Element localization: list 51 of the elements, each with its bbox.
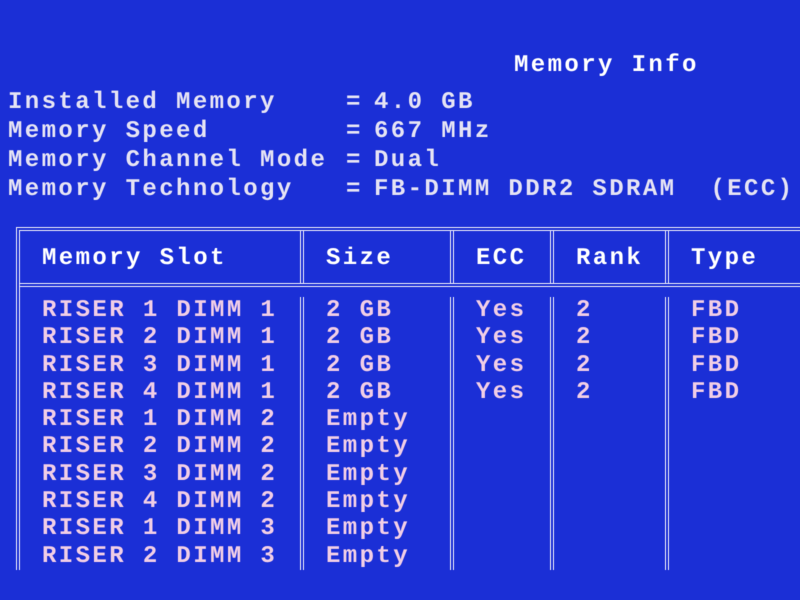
column-header: Memory Slot (42, 245, 227, 272)
equals-sign: = (346, 176, 363, 203)
table-cell: Empty (326, 488, 410, 516)
column-header: ECC (476, 245, 526, 272)
equals-sign: = (346, 89, 363, 116)
table-cell: RISER 2 DIMM 1 (42, 324, 278, 352)
table-cell: FBD (691, 297, 742, 324)
info-label: Memory Speed (8, 118, 210, 145)
table-cell: 2 GB (326, 378, 394, 406)
column-header: Size (326, 245, 394, 272)
table-cell: Empty (326, 433, 410, 460)
table-cell: RISER 4 DIMM 1 (42, 378, 278, 406)
table-cell: Yes (476, 324, 526, 352)
table-cell: RISER 3 DIMM 1 (42, 352, 278, 379)
table-cell: RISER 1 DIMM 1 (42, 297, 278, 324)
table-cell: Empty (326, 406, 410, 434)
info-note: (ECC) (710, 175, 794, 204)
table-cell: FBD (691, 352, 742, 379)
info-label: Installed Memory (8, 89, 277, 116)
table-cell: RISER 2 DIMM 2 (42, 433, 278, 460)
table-cell: Empty (326, 515, 410, 542)
table-cell: 2 GB (326, 324, 394, 352)
info-label: Memory Channel Mode (8, 147, 328, 174)
table-cell: 2 (576, 352, 593, 379)
table-cell: RISER 2 DIMM 3 (42, 542, 278, 570)
table-cell: 2 GB (326, 352, 394, 379)
table-cell: RISER 1 DIMM 2 (42, 406, 278, 434)
table-cell: 2 (576, 297, 593, 324)
table-cell: Empty (326, 542, 410, 570)
info-label: Memory Technology (8, 176, 294, 203)
table-cell: 2 (576, 378, 593, 406)
table-cell: RISER 4 DIMM 2 (42, 488, 278, 516)
info-value: 667 MHz (374, 117, 492, 146)
info-value: Dual (374, 146, 442, 175)
table-cell: 2 (576, 324, 593, 352)
table-cell: 2 GB (326, 297, 394, 324)
screen-title: Memory Info (513, 51, 700, 81)
table-cell: Yes (476, 378, 526, 406)
info-value: FB-DIMM DDR2 SDRAM (374, 175, 676, 204)
table-cell: RISER 1 DIMM 3 (42, 515, 278, 542)
table-cell: FBD (691, 324, 742, 352)
info-value: 4.0 GB (374, 88, 475, 117)
table-cell: Yes (476, 352, 526, 379)
equals-sign: = (346, 147, 363, 174)
table-cell: Empty (326, 460, 410, 488)
equals-sign: = (346, 118, 363, 145)
table-cell: RISER 3 DIMM 2 (42, 460, 278, 488)
column-header: Rank (576, 245, 644, 272)
column-header: Type (691, 245, 758, 272)
table-cell: FBD (691, 378, 742, 406)
table-cell: Yes (476, 297, 526, 324)
